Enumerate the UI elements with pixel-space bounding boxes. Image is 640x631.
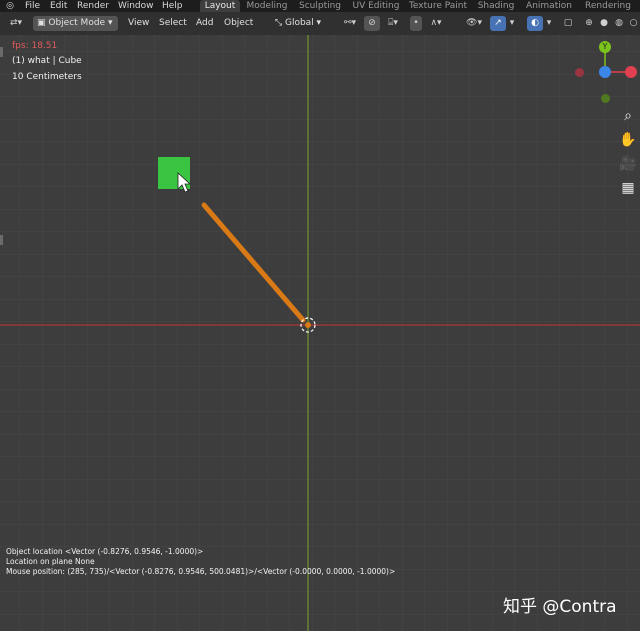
gizmo-neg-x-icon[interactable]	[575, 68, 584, 77]
sidebar-collapse-tab[interactable]	[0, 235, 3, 245]
gizmo-x-axis-icon[interactable]	[625, 66, 637, 78]
menu-window[interactable]: Window	[118, 0, 154, 12]
object-menu[interactable]: Object	[224, 12, 253, 35]
gizmo-y-axis-icon[interactable]: Y	[599, 41, 611, 53]
info-object-location: Object location <Vector (-0.8276, 0.9546…	[6, 547, 204, 556]
gizmo-z-axis-icon[interactable]	[599, 66, 611, 78]
add-menu[interactable]: Add	[196, 12, 213, 35]
snap-icon[interactable]: ⊘	[364, 16, 380, 31]
gizmo-toggle-icon[interactable]: ↗	[490, 16, 506, 31]
orientation-label: Global	[284, 18, 314, 28]
info-mouse-position: Mouse position: (285, 735)/<Vector (-0.8…	[6, 567, 396, 576]
toolbar-collapse-tab[interactable]	[0, 47, 3, 57]
select-menu[interactable]: Select	[159, 12, 187, 35]
navigation-gizmo[interactable]: Y	[572, 39, 638, 105]
watermark-text: 知乎 @Contra	[503, 597, 617, 617]
object-mode-icon: ▣	[37, 18, 49, 28]
tab-sculpting[interactable]: Sculpting	[296, 0, 344, 12]
viewport-grid	[0, 35, 640, 631]
solid-shading-icon[interactable]: ●	[597, 16, 611, 31]
chevron-down-icon[interactable]: ▾	[507, 16, 517, 31]
info-location-plane: Location on plane None	[6, 557, 95, 566]
pivot-point-icon[interactable]: ⚯▾	[338, 16, 362, 31]
grid-scale-text: 10 Centimeters	[12, 72, 82, 82]
xray-icon[interactable]: ▢	[561, 16, 575, 31]
3d-cursor-center	[305, 322, 311, 328]
proportional-edit-icon[interactable]: •	[410, 16, 422, 31]
gizmo-y-label: Y	[602, 42, 608, 51]
tab-uv-editing[interactable]: UV Editing	[350, 0, 402, 12]
pan-hand-icon[interactable]: ✋	[617, 129, 639, 151]
camera-icon[interactable]: 🎥	[617, 153, 639, 175]
snap-target-icon[interactable]: ⌸▾	[381, 16, 405, 31]
gizmo-neg-y-icon[interactable]	[601, 94, 610, 103]
zoom-icon[interactable]: ⌕	[617, 105, 639, 127]
tab-shading[interactable]: Shading	[474, 0, 518, 12]
viewport-header: ⇄▾ ▣ Object Mode ▾ View Select Add Objec…	[0, 12, 640, 35]
menu-edit[interactable]: Edit	[50, 0, 67, 12]
tab-layout[interactable]: Layout	[200, 0, 240, 12]
menu-help[interactable]: Help	[162, 0, 183, 12]
chevron-down-icon: ▾	[105, 18, 113, 28]
tab-animation[interactable]: Animation	[522, 0, 576, 12]
menu-render[interactable]: Render	[77, 0, 109, 12]
tab-texture-paint[interactable]: Texture Paint	[406, 0, 470, 12]
blender-logo-icon[interactable]: ◎	[4, 0, 16, 12]
material-shading-icon[interactable]: ◍	[612, 16, 626, 31]
viewport-canvas[interactable]	[0, 35, 640, 631]
tab-rendering[interactable]: Rendering	[580, 0, 636, 12]
mode-label: Object Mode	[48, 18, 106, 28]
object-info-text: (1) what | Cube	[12, 56, 82, 66]
visibility-icon[interactable]: 👁▾	[462, 16, 486, 31]
mode-dropdown[interactable]: ▣ Object Mode ▾	[33, 16, 118, 31]
orientation-dropdown[interactable]: ⤡ Global ▾	[268, 16, 328, 31]
transform-orientation-icon: ⤡	[274, 18, 285, 28]
falloff-icon[interactable]: ∧▾	[424, 16, 448, 31]
fps-readout: fps: 18.51	[12, 41, 58, 51]
overlay-toggle-icon[interactable]: ◐	[527, 16, 543, 31]
rendered-shading-icon[interactable]: ○	[627, 16, 640, 31]
editor-type-icon[interactable]: ⇄▾	[4, 16, 28, 31]
3d-viewport[interactable]: fps: 18.51 (1) what | Cube 10 Centimeter…	[0, 35, 640, 631]
grid-view-icon[interactable]: ▦	[617, 177, 639, 199]
chevron-down-icon: ▾	[313, 18, 322, 28]
wireframe-shading-icon[interactable]: ⊕	[582, 16, 596, 31]
top-menu-bar: ◎ File Edit Render Window Help Layout Mo…	[0, 0, 640, 12]
chevron-down-icon[interactable]: ▾	[544, 16, 554, 31]
tab-modeling[interactable]: Modeling	[244, 0, 290, 12]
view-menu[interactable]: View	[128, 12, 149, 35]
menu-file[interactable]: File	[25, 0, 40, 12]
